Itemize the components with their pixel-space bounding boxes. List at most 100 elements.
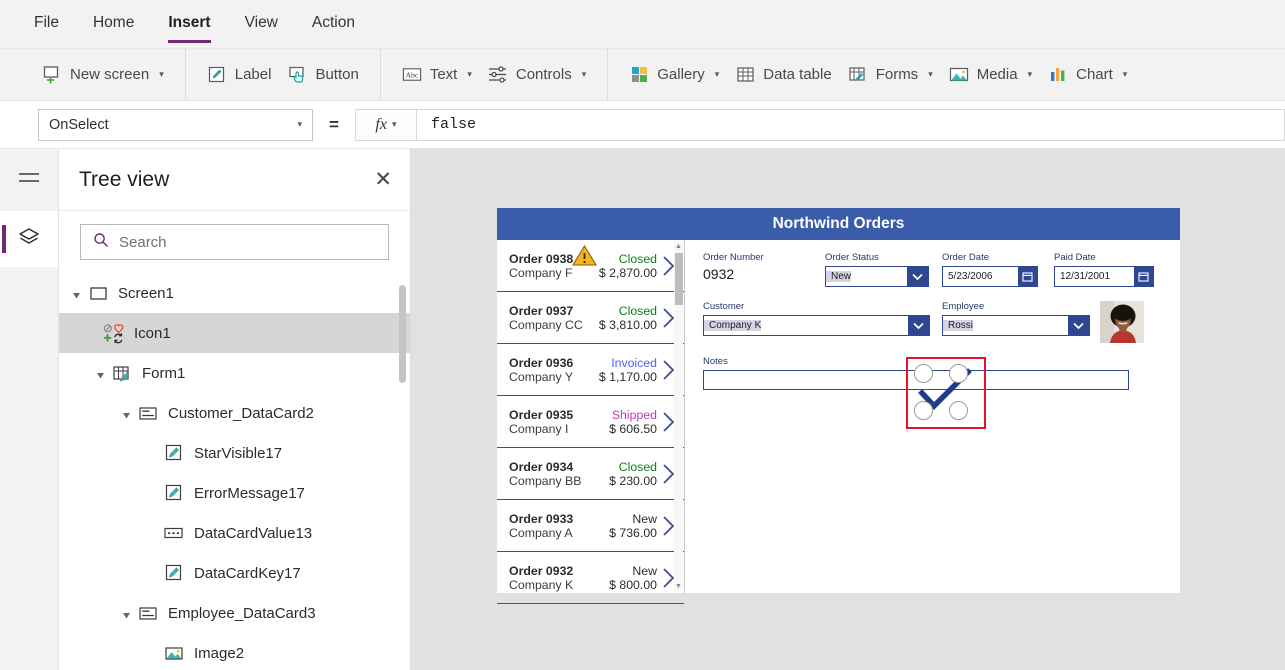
order-customer-label: Company I [509, 421, 569, 436]
button-button-label: Button [315, 66, 359, 83]
chevron-down-icon[interactable] [907, 267, 928, 286]
calendar-icon[interactable] [1018, 267, 1037, 286]
gallery-row-bottom: Company I $ 606.50 [509, 422, 657, 436]
menu-bar: File Home Insert View Action [0, 0, 1285, 49]
gallery-row-top: Order 0935 Shipped [509, 408, 657, 422]
gallery-row[interactable]: Order 0935 Shipped Company I $ 606.50 [497, 396, 684, 448]
customer-dropdown[interactable]: Company K [703, 315, 930, 336]
orders-gallery[interactable]: Order 0938 Closed Company F $ 2,870.00 O… [497, 240, 685, 604]
chevron-down-icon[interactable]: ▾ [582, 69, 587, 80]
gallery-row-bottom: Company K $ 800.00 [509, 578, 657, 592]
data-table-button[interactable]: Data table [727, 61, 839, 89]
chevron-down-icon[interactable]: ▾ [715, 69, 720, 80]
menu-item-insert[interactable]: Insert [168, 14, 211, 43]
media-button[interactable]: Media ▾ [941, 61, 1040, 89]
gallery-row-content: Order 0934 Closed Company BB $ 230.00 [509, 460, 657, 488]
validation-warning-icon[interactable] [572, 244, 597, 272]
tree-node-label: Customer_DataCard2 [168, 404, 314, 422]
chevron-down-icon[interactable]: ▾ [467, 69, 472, 80]
controls-button[interactable]: Controls ▾ [480, 61, 594, 89]
property-select[interactable]: OnSelect ▾ [38, 108, 313, 141]
order-status-label: Closed [618, 303, 657, 318]
label-button[interactable]: Label [199, 61, 280, 89]
menu-item-home[interactable]: Home [93, 14, 134, 34]
formula-bar: OnSelect ▾ = fx ▾ false [0, 101, 1285, 149]
employee-dropdown[interactable]: Rossi [942, 315, 1090, 336]
chevron-down-icon[interactable]: ▾ [159, 69, 164, 80]
formula-input[interactable]: false [416, 108, 1285, 141]
resize-handle-bottom-right[interactable] [949, 401, 968, 420]
order-number-field-label: Order Number [703, 252, 764, 263]
menu-item-view[interactable]: View [245, 14, 278, 34]
tree-node-form1[interactable]: Form1 [59, 353, 410, 393]
scroll-up-arrow-icon[interactable]: ▲ [675, 243, 682, 250]
search-input[interactable] [119, 233, 376, 251]
chevron-down-icon[interactable] [908, 316, 929, 335]
chevron-down-icon[interactable]: ▾ [928, 69, 933, 80]
tree-node-starvisible17[interactable]: StarVisible17 [59, 433, 410, 473]
tree-node-screen1[interactable]: Screen1 [59, 273, 410, 313]
chart-button[interactable]: Chart ▾ [1040, 61, 1135, 89]
image-icon [163, 642, 185, 664]
tree-node-image2[interactable]: Image2 [59, 633, 410, 670]
expand-arrow-icon[interactable] [71, 288, 82, 299]
gallery-row[interactable]: Order 0937 Closed Company CC $ 3,810.00 [497, 292, 684, 344]
tree-node-label: DataCardValue13 [194, 524, 313, 542]
search-box[interactable] [80, 224, 389, 260]
scroll-down-arrow-icon[interactable]: ▼ [675, 583, 682, 590]
tree-node-customer-datacard2[interactable]: Customer_DataCard2 [59, 393, 410, 433]
tree-node-errormessage17[interactable]: ErrorMessage17 [59, 473, 410, 513]
tree-node-datacardkey17[interactable]: DataCardKey17 [59, 553, 410, 593]
media-button-label: Media [976, 66, 1018, 83]
tree-node-datacardvalue13[interactable]: DataCardValue13 [59, 513, 410, 553]
gallery-row[interactable]: Order 0936 Invoiced Company Y $ 1,170.00 [497, 344, 684, 396]
gallery-row[interactable]: Order 0932 New Company K $ 800.00 [497, 552, 684, 604]
tree-scrollbar-thumb[interactable] [399, 285, 406, 383]
resize-handle-top-left[interactable] [914, 364, 933, 383]
hamburger-menu-button[interactable] [0, 149, 58, 211]
rail-tab-tree-view[interactable] [0, 211, 58, 267]
expand-arrow-icon[interactable] [121, 408, 132, 419]
paid-date-picker[interactable]: 12/31/2001 [1054, 266, 1154, 287]
tree-node-icon1[interactable]: Icon1 [59, 313, 410, 353]
order-status-label: Invoiced [611, 355, 657, 370]
menu-item-action[interactable]: Action [312, 14, 355, 34]
fx-label: fx [375, 115, 387, 133]
fx-button[interactable]: fx ▾ [354, 108, 417, 141]
svg-text:Abc: Abc [405, 70, 418, 79]
order-date-picker[interactable]: 5/23/2006 [942, 266, 1038, 287]
calendar-icon[interactable] [1134, 267, 1153, 286]
gallery-row-top: Order 0932 New [509, 564, 657, 578]
new-screen-button[interactable]: New screen ▾ [34, 61, 172, 89]
tree-node-label: Form1 [142, 364, 186, 382]
forms-button[interactable]: Forms ▾ [840, 61, 941, 89]
expand-arrow-icon[interactable] [95, 368, 106, 379]
chevron-down-icon[interactable] [1068, 316, 1089, 335]
text-button[interactable]: Abc Text ▾ [394, 61, 480, 89]
order-date-field-label: Order Date [942, 252, 989, 263]
order-customer-label: Company K [509, 577, 574, 592]
tree-view-panel: Tree view ✕ Screen1 [59, 149, 411, 670]
tree-view-layers-icon [17, 226, 41, 253]
tree-node-employee-datacard3[interactable]: Employee_DataCard3 [59, 593, 410, 633]
order-status-value: New [826, 271, 852, 282]
close-icon[interactable]: ✕ [374, 169, 392, 190]
order-status-dropdown[interactable]: New [825, 266, 929, 287]
order-customer-label: Company A [509, 525, 573, 540]
equals-sign: = [329, 114, 339, 134]
resize-handle-bottom-left[interactable] [914, 401, 933, 420]
gallery-row[interactable]: Order 0933 New Company A $ 736.00 [497, 500, 684, 552]
button-button[interactable]: Button [279, 61, 366, 89]
chevron-down-icon[interactable]: ▾ [1028, 69, 1033, 80]
label-button-label: Label [234, 66, 272, 83]
ribbon-toolbar: New screen ▾ Label Button Abc Text ▾ Con… [0, 49, 1285, 101]
gallery-scrollbar-thumb[interactable] [675, 253, 683, 305]
gallery-row[interactable]: Order 0934 Closed Company BB $ 230.00 [497, 448, 684, 500]
resize-handle-top-right[interactable] [949, 364, 968, 383]
menu-item-file[interactable]: File [34, 14, 59, 34]
gallery-button[interactable]: Gallery ▾ [621, 61, 727, 89]
ribbon-group-data: Gallery ▾ Data table Forms ▾ Media ▾ Cha… [608, 49, 1148, 100]
chevron-down-icon[interactable]: ▾ [1123, 69, 1128, 80]
design-canvas[interactable]: Northwind Orders Order 0938 Closed Compa… [411, 149, 1285, 670]
expand-arrow-icon[interactable] [121, 608, 132, 619]
